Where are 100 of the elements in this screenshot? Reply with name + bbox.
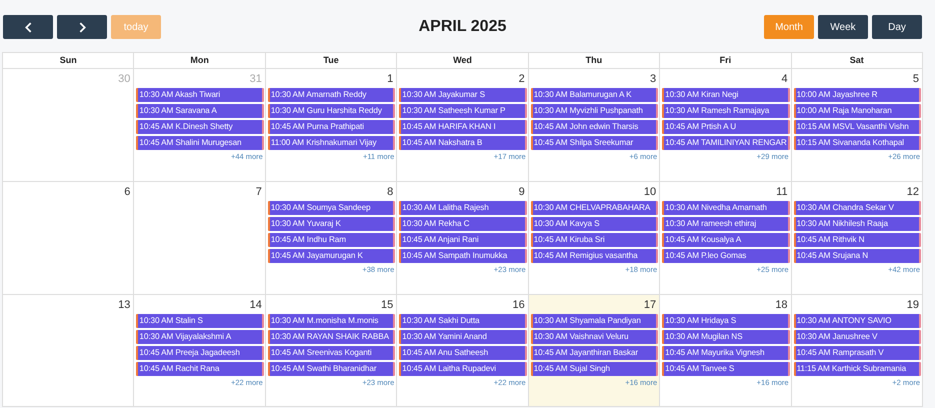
event-chip[interactable]: 10:15 AM MSVL Vasanthi Vishn: [794, 120, 921, 134]
event-chip[interactable]: 10:45 AM Remigius vasantha: [530, 249, 658, 263]
event-chip[interactable]: 10:45 AM Indhu Ram: [268, 233, 396, 247]
event-chip[interactable]: 10:45 AM Kousalya A: [662, 233, 790, 247]
event-chip[interactable]: 10:45 AM Prtish A U: [662, 120, 790, 134]
day-number[interactable]: 12: [906, 182, 921, 201]
event-chip[interactable]: 10:30 AM Balamurugan A K: [530, 88, 658, 102]
event-chip[interactable]: 10:45 AM Anjani Rani: [399, 233, 527, 247]
event-chip[interactable]: 10:45 AM Ramprasath V: [794, 346, 921, 360]
event-chip[interactable]: 10:30 AM Rekha C: [399, 217, 527, 231]
event-chip[interactable]: 10:45 AM Purna Prathipati: [268, 120, 396, 134]
event-chip[interactable]: 10:45 AM Rithvik N: [794, 233, 921, 247]
weekday-header: Fri: [660, 53, 792, 69]
event-chip[interactable]: 10:45 AM Shilpa Sreekumar: [530, 136, 658, 150]
event-chip[interactable]: 10:45 AM Kiruba Sri: [530, 233, 658, 247]
event-chip[interactable]: 10:15 AM Sivananda Kothapal: [794, 136, 921, 150]
view-tab[interactable]: Day: [872, 15, 922, 39]
event-chip[interactable]: 10:45 AM P.leo Gomas: [662, 249, 790, 263]
event-chip[interactable]: 10:30 AM Myvizhli Pushpanath: [530, 104, 658, 118]
event-chip[interactable]: 10:30 AM Yuvaraj K: [268, 217, 396, 231]
day-number[interactable]: 10: [644, 182, 658, 201]
event-chip[interactable]: 10:30 AM Kiran Negi: [662, 88, 790, 102]
event-chip[interactable]: 10:30 AM Chandra Sekar V: [794, 201, 921, 215]
event-chip[interactable]: 10:30 AM Lalitha Rajesh: [399, 201, 527, 215]
day-number[interactable]: 17: [644, 295, 658, 314]
event-chip[interactable]: 10:45 AM Sujal Singh: [530, 362, 658, 376]
day-number[interactable]: 7: [256, 182, 264, 201]
day-number[interactable]: 18: [775, 295, 790, 314]
event-chip[interactable]: 10:45 AM HARIFA KHAN I: [399, 120, 527, 134]
event-chip[interactable]: 10:30 AM M.monisha M.monis: [268, 314, 396, 328]
event-chip[interactable]: 10:30 AM Yamini Anand: [399, 330, 527, 344]
event-chip[interactable]: 10:30 AM Janushree V: [794, 330, 921, 344]
event-chip[interactable]: 10:30 AM Jayakumar S: [399, 88, 527, 102]
event-chip[interactable]: 10:45 AM Tanvee S: [662, 362, 790, 376]
event-chip[interactable]: 11:00 AM Krishnakumari Vijay: [268, 136, 396, 150]
view-tab[interactable]: Week: [818, 15, 868, 39]
day-number[interactable]: 5: [912, 69, 921, 88]
event-chip[interactable]: 10:45 AM Srujana N: [794, 249, 921, 263]
event-chip[interactable]: 10:45 AM Anu Satheesh: [399, 346, 527, 360]
event-chip[interactable]: 10:45 AM Jayanthiran Baskar: [530, 346, 658, 360]
event-chip[interactable]: 10:30 AM Mugilan NS: [662, 330, 790, 344]
day-number[interactable]: 11: [776, 182, 790, 201]
event-chip[interactable]: 10:30 AM Vijayalakshmi A: [136, 330, 264, 344]
event-chip[interactable]: 10:45 AM Shalini Murugesan: [136, 136, 264, 150]
event-chip[interactable]: 10:30 AM Guru Harshita Reddy: [268, 104, 396, 118]
event-chip[interactable]: 10:45 AM K.Dinesh Shetty: [136, 120, 264, 134]
day-number[interactable]: 2: [518, 69, 527, 88]
event-chip[interactable]: 10:45 AM Nakshatra B: [399, 136, 527, 150]
event-chip[interactable]: 10:30 AM Hridaya S: [662, 314, 790, 328]
day-cell[interactable]: 7: [134, 182, 266, 295]
event-chip[interactable]: 10:00 AM Jayashree R: [794, 88, 921, 102]
event-chip[interactable]: 10:45 AM Swathi Bharanidhar: [268, 362, 396, 376]
event-chip[interactable]: 10:30 AM Kavya S: [530, 217, 658, 231]
event-chip[interactable]: 10:30 AM RAYAN SHAIK RABBA: [268, 330, 396, 344]
day-number[interactable]: 4: [781, 69, 790, 88]
event-chip[interactable]: 10:30 AM Sakhi Dutta: [399, 314, 527, 328]
event-chip[interactable]: 10:30 AM CHELVAPRABAHARA: [530, 201, 658, 215]
event-chip[interactable]: 10:45 AM TAMILINIYAN RENGAR: [662, 136, 790, 150]
day-number[interactable]: 6: [124, 182, 132, 201]
event-chip[interactable]: 10:45 AM Mayurika Vignesh: [662, 346, 790, 360]
event-chip[interactable]: 10:00 AM Raja Manoharan: [794, 104, 921, 118]
event-chip[interactable]: 10:30 AM Amarnath Reddy: [268, 88, 396, 102]
event-chip[interactable]: 10:30 AM ANTONY SAVIO: [794, 314, 921, 328]
event-chip[interactable]: 10:30 AM Nivedha Amarnath: [662, 201, 790, 215]
day-number[interactable]: 16: [512, 295, 527, 314]
weekday-header: Tue: [266, 53, 398, 69]
event-chip[interactable]: 11:15 AM Karthick Subramania: [794, 362, 921, 376]
day-number[interactable]: 13: [118, 295, 132, 314]
event-chip[interactable]: 10:30 AM Saravana A: [136, 104, 264, 118]
day-number[interactable]: 15: [381, 295, 396, 314]
event-chip[interactable]: 10:30 AM Stalin S: [136, 314, 264, 328]
event-chip[interactable]: 10:30 AM rameesh ethiraj: [662, 217, 790, 231]
previous-button[interactable]: [3, 15, 53, 39]
event-chip[interactable]: 10:30 AM Ramesh Ramajaya: [662, 104, 790, 118]
event-chip[interactable]: 10:30 AM Satheesh Kumar P: [399, 104, 527, 118]
event-chip[interactable]: 10:45 AM Rachit Rana: [136, 362, 264, 376]
day-number[interactable]: 8: [387, 182, 396, 201]
event-chip[interactable]: 10:45 AM John edwin Tharsis: [530, 120, 658, 134]
weekday-header: Sun: [3, 53, 134, 69]
event-chip[interactable]: 10:45 AM Sampath Inumukka: [399, 249, 527, 263]
day-number[interactable]: 1: [387, 69, 396, 88]
event-chip[interactable]: 10:30 AM Shyamala Pandiyan: [530, 314, 658, 328]
day-cell[interactable]: 13: [3, 295, 134, 407]
event-chip[interactable]: 10:45 AM Laitha Rupadevi: [399, 362, 527, 376]
weekday-header: Thu: [528, 53, 660, 69]
event-chip[interactable]: 10:30 AM Nikhilesh Raaja: [794, 217, 921, 231]
day-number[interactable]: 19: [906, 295, 921, 314]
day-number[interactable]: 14: [250, 295, 264, 314]
day-number[interactable]: 9: [518, 182, 527, 201]
next-button[interactable]: [57, 15, 107, 39]
event-chip[interactable]: 10:30 AM Soumya Sandeep: [268, 201, 396, 215]
day-number[interactable]: 3: [650, 69, 658, 88]
weekday-header: Mon: [134, 53, 266, 69]
event-chip[interactable]: 10:45 AM Sreenivas Koganti: [268, 346, 396, 360]
month-title: APRIL 2025: [418, 18, 506, 36]
event-chip[interactable]: 10:30 AM Vaishnavi Veluru: [530, 330, 658, 344]
day-cell[interactable]: 6: [3, 182, 134, 295]
event-chip[interactable]: 10:45 AM Jayamurugan K: [268, 249, 396, 263]
event-chip[interactable]: 10:45 AM Preeja Jagadeesh: [136, 346, 264, 360]
event-chip[interactable]: 10:30 AM Akash Tiwari: [136, 88, 264, 102]
